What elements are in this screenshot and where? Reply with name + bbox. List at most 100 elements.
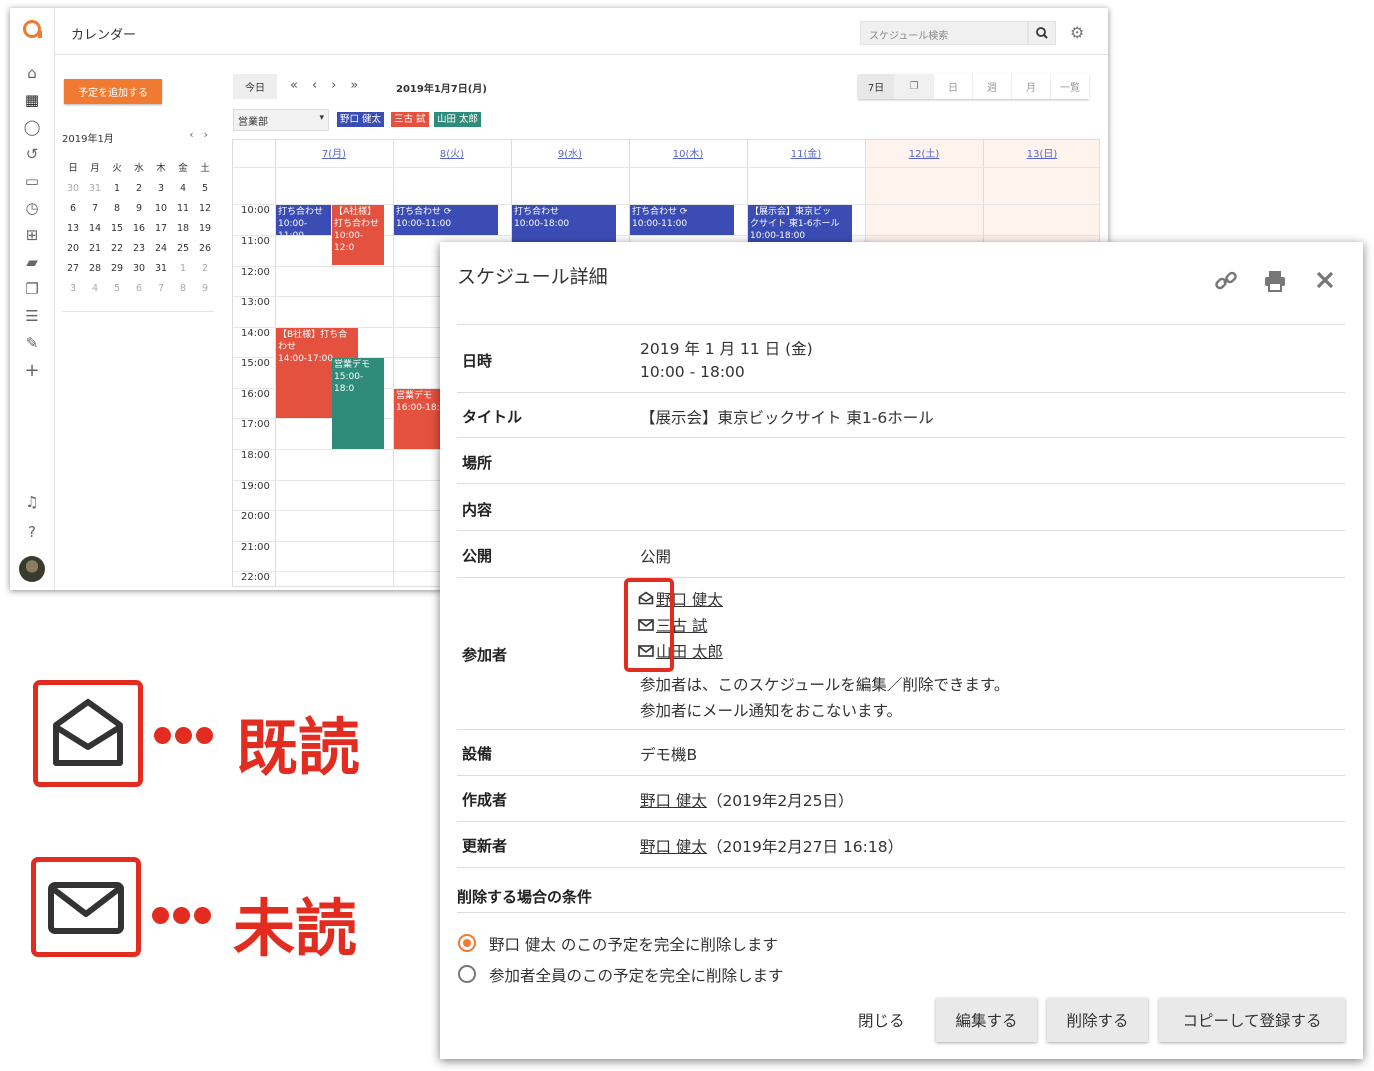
view-copy-icon[interactable]: ❐	[894, 74, 933, 99]
today-button[interactable]: 今日	[233, 74, 277, 99]
day-cell[interactable]: 26	[194, 239, 216, 259]
day-cell[interactable]: 3	[150, 179, 172, 199]
edit-button[interactable]: 編集する	[936, 998, 1037, 1042]
history-icon[interactable]: ↺	[22, 144, 42, 164]
day-cell[interactable]: 30	[128, 259, 150, 279]
department-select[interactable]: 営業部 ▾	[233, 109, 329, 131]
edit-icon[interactable]: ✎	[22, 333, 42, 353]
double-chevron-left-icon[interactable]: «	[290, 78, 312, 93]
delete-all-label[interactable]: 参加者全員のこの予定を完全に削除します	[489, 964, 784, 986]
day-header[interactable]: 10(木)	[629, 145, 747, 160]
gear-icon[interactable]: ⚙	[1070, 23, 1084, 42]
delete-button[interactable]: 削除する	[1047, 998, 1148, 1042]
home-icon[interactable]: ⌂	[22, 63, 42, 83]
day-cell[interactable]: 6	[62, 199, 84, 219]
day-cell[interactable]: 5	[106, 279, 128, 299]
link-icon[interactable]	[1213, 268, 1239, 300]
view-7day[interactable]: 7日	[858, 74, 894, 99]
calendar-event[interactable]: 打ち合わせ ⟳ 10:00-11:00	[630, 205, 734, 235]
calendar-event[interactable]: 打ち合わせ 10:00-11:00	[276, 205, 331, 235]
clock-icon[interactable]: ◷	[22, 198, 42, 218]
day-cell[interactable]: 19	[194, 219, 216, 239]
day-header[interactable]: 8(火)	[393, 145, 511, 160]
day-cell[interactable]: 7	[84, 199, 106, 219]
day-cell[interactable]: 9	[128, 199, 150, 219]
updater-link[interactable]: 野口 健太	[640, 838, 707, 856]
day-cell[interactable]: 16	[128, 219, 150, 239]
date-nav[interactable]: «‹›»	[290, 78, 372, 93]
clipboard-icon[interactable]: ▭	[22, 171, 42, 191]
chevron-right-icon[interactable]: ›	[204, 128, 218, 141]
day-cell[interactable]: 6	[128, 279, 150, 299]
day-cell[interactable]: 8	[172, 279, 194, 299]
day-cell[interactable]: 4	[84, 279, 106, 299]
calendar-event[interactable]: 営業デモ 16:00-18:	[394, 389, 442, 449]
day-cell[interactable]: 4	[172, 179, 194, 199]
double-chevron-right-icon[interactable]: »	[350, 78, 372, 93]
day-cell[interactable]: 9	[194, 279, 216, 299]
delete-own-radio[interactable]	[458, 934, 476, 952]
day-cell[interactable]: 25	[172, 239, 194, 259]
day-header[interactable]: 12(土)	[865, 145, 983, 160]
day-header[interactable]: 7(月)	[275, 145, 393, 160]
day-cell[interactable]: 17	[150, 219, 172, 239]
calendar-icon[interactable]: ▦	[22, 90, 42, 110]
day-cell[interactable]: 28	[84, 259, 106, 279]
print-icon[interactable]	[1262, 268, 1288, 300]
day-cell[interactable]: 1	[172, 259, 194, 279]
day-cell[interactable]: 7	[150, 279, 172, 299]
day-cell[interactable]: 20	[62, 239, 84, 259]
bell-icon[interactable]: ♫	[22, 492, 42, 512]
app-logo-icon[interactable]	[23, 20, 42, 38]
view-month[interactable]: 月	[1011, 74, 1050, 99]
view-list[interactable]: 一覧	[1050, 74, 1089, 99]
chat-icon[interactable]: ◯	[22, 117, 42, 137]
day-cell[interactable]: 12	[194, 199, 216, 219]
close-icon[interactable]	[1313, 268, 1337, 298]
day-cell[interactable]: 3	[62, 279, 84, 299]
member-chip[interactable]: 野口 健太	[337, 112, 385, 127]
help-icon[interactable]: ?	[22, 522, 42, 542]
day-cell[interactable]: 13	[62, 219, 84, 239]
day-cell[interactable]: 2	[128, 179, 150, 199]
member-chip[interactable]: 三古 試	[391, 112, 429, 127]
search-input[interactable]: スケジュール検索	[860, 21, 1028, 45]
add-schedule-button[interactable]: 予定を追加する	[64, 79, 162, 104]
day-cell[interactable]: 1	[106, 179, 128, 199]
day-cell[interactable]: 5	[194, 179, 216, 199]
view-week[interactable]: 週	[972, 74, 1011, 99]
avatar[interactable]	[19, 556, 45, 582]
day-cell[interactable]: 2	[194, 259, 216, 279]
calendar-event[interactable]: 打ち合わせ ⟳ 10:00-11:00	[394, 205, 498, 235]
member-chip[interactable]: 山田 太郎	[434, 112, 482, 127]
day-cell[interactable]: 18	[172, 219, 194, 239]
day-cell[interactable]: 29	[106, 259, 128, 279]
day-cell[interactable]: 31	[150, 259, 172, 279]
day-cell[interactable]: 24	[150, 239, 172, 259]
day-cell[interactable]: 22	[106, 239, 128, 259]
day-cell[interactable]: 10	[150, 199, 172, 219]
day-cell[interactable]: 30	[62, 179, 84, 199]
folder-icon[interactable]: ▰	[22, 252, 42, 272]
calendar-event[interactable]: 営業デモ 15:00-18:0	[332, 358, 384, 449]
delete-own-label[interactable]: 野口 健太 のこの予定を完全に削除します	[489, 933, 778, 955]
day-cell[interactable]: 14	[84, 219, 106, 239]
day-cell[interactable]: 31	[84, 179, 106, 199]
org-chart-icon[interactable]: ⊞	[22, 225, 42, 245]
day-header[interactable]: 9(水)	[511, 145, 629, 160]
day-cell[interactable]: 15	[106, 219, 128, 239]
view-day[interactable]: 日	[933, 74, 972, 99]
chevron-left-icon[interactable]: ‹	[189, 128, 203, 141]
search-button[interactable]	[1028, 21, 1056, 45]
day-cell[interactable]: 11	[172, 199, 194, 219]
creator-link[interactable]: 野口 健太	[640, 792, 707, 810]
day-cell[interactable]: 21	[84, 239, 106, 259]
day-cell[interactable]: 27	[62, 259, 84, 279]
chevron-left-icon[interactable]: ‹	[312, 78, 331, 93]
day-header[interactable]: 13(日)	[983, 145, 1101, 160]
copy-register-button[interactable]: コピーして登録する	[1159, 998, 1345, 1042]
mini-calendar-nav[interactable]: ‹›	[189, 128, 218, 141]
close-button[interactable]: 閉じる	[858, 1009, 905, 1031]
checklist-icon[interactable]: ☰	[22, 306, 42, 326]
chevron-right-icon[interactable]: ›	[331, 78, 350, 93]
